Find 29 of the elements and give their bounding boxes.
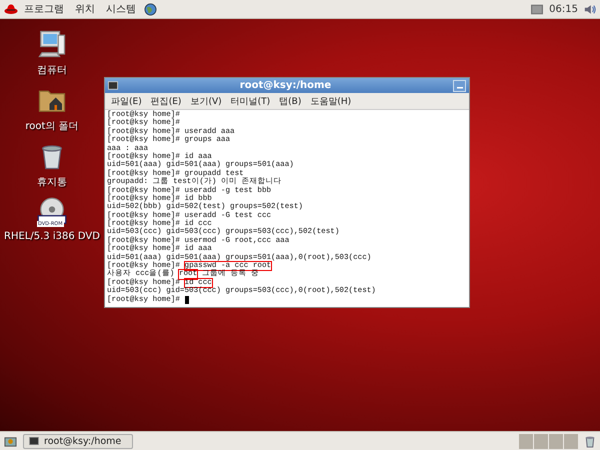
taskbar-button[interactable]: root@ksy:/home: [23, 434, 133, 448]
icon-label[interactable]: root의 폴더: [25, 119, 79, 133]
hat-logo-icon[interactable]: [4, 3, 18, 15]
menu-item[interactable]: 도움말(H): [310, 94, 352, 108]
trash-icon[interactable]: [584, 434, 596, 448]
panel-menu[interactable]: 시스템: [106, 2, 136, 16]
show-desktop-icon[interactable]: [4, 434, 17, 448]
menu-item[interactable]: 편집(E): [150, 94, 182, 108]
globe-icon[interactable]: [144, 2, 157, 16]
menu-item[interactable]: 터미널(T): [230, 94, 270, 108]
icon-label[interactable]: 컴퓨터: [37, 63, 67, 77]
screen-icon[interactable]: [531, 4, 544, 14]
dvd-icon[interactable]: [36, 197, 67, 227]
window-title: root@ksy:/home: [238, 80, 332, 91]
menu-item[interactable]: 파일(E): [111, 94, 142, 108]
menu-item[interactable]: 탭(B): [279, 94, 302, 108]
computer-icon[interactable]: [37, 29, 67, 59]
icon-label[interactable]: RHEL/5.3 i386 DVD: [4, 231, 100, 242]
text-cursor: [184, 296, 189, 304]
clock[interactable]: 06:15: [549, 4, 578, 14]
menu-item[interactable]: 보기(V): [190, 94, 222, 108]
terminal-icon[interactable]: [108, 81, 118, 90]
panel-menu[interactable]: 프로그램: [24, 2, 64, 16]
terminal-icon: [29, 437, 39, 445]
workspace-switcher[interactable]: [519, 434, 578, 448]
panel-menu[interactable]: 위치: [75, 2, 95, 16]
speaker-icon[interactable]: [584, 4, 596, 14]
icon-label[interactable]: 휴지통: [37, 175, 67, 189]
minimize-button[interactable]: [453, 80, 466, 92]
